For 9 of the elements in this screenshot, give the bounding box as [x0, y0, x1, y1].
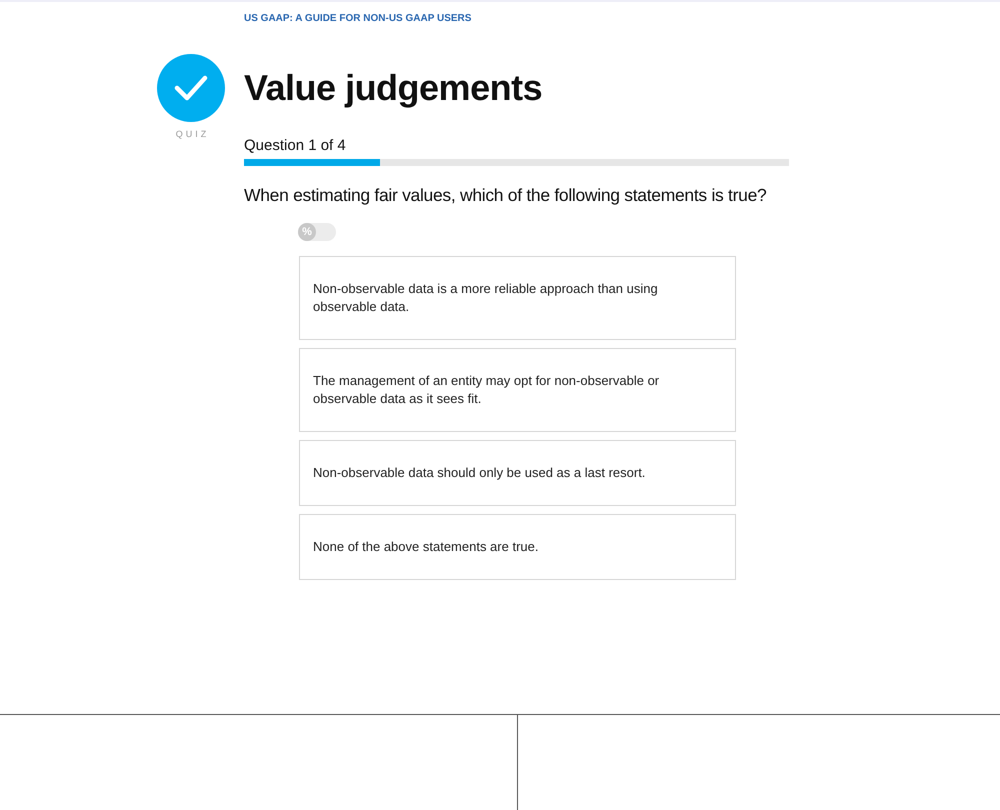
answer-option[interactable]: The management of an entity may opt for non-observable or observable data as it sees fit.: [299, 348, 736, 432]
answer-option[interactable]: Non-observable data should only be used as a last resort.: [299, 440, 736, 506]
answer-option[interactable]: None of the above statements are true.: [299, 514, 736, 580]
breadcrumb: US GAAP: A GUIDE FOR NON-US GAAP USERS: [244, 13, 472, 24]
quiz-title: Value judgements: [244, 66, 544, 110]
answer-option[interactable]: Non-observable data is a more reliable approach than using observable data.: [299, 256, 736, 340]
progress-label: Question 1 of 4: [244, 137, 346, 154]
question-text: When estimating fair values, which of the following statements is true?: [244, 185, 766, 206]
badge-label: QUIZ: [174, 129, 210, 139]
